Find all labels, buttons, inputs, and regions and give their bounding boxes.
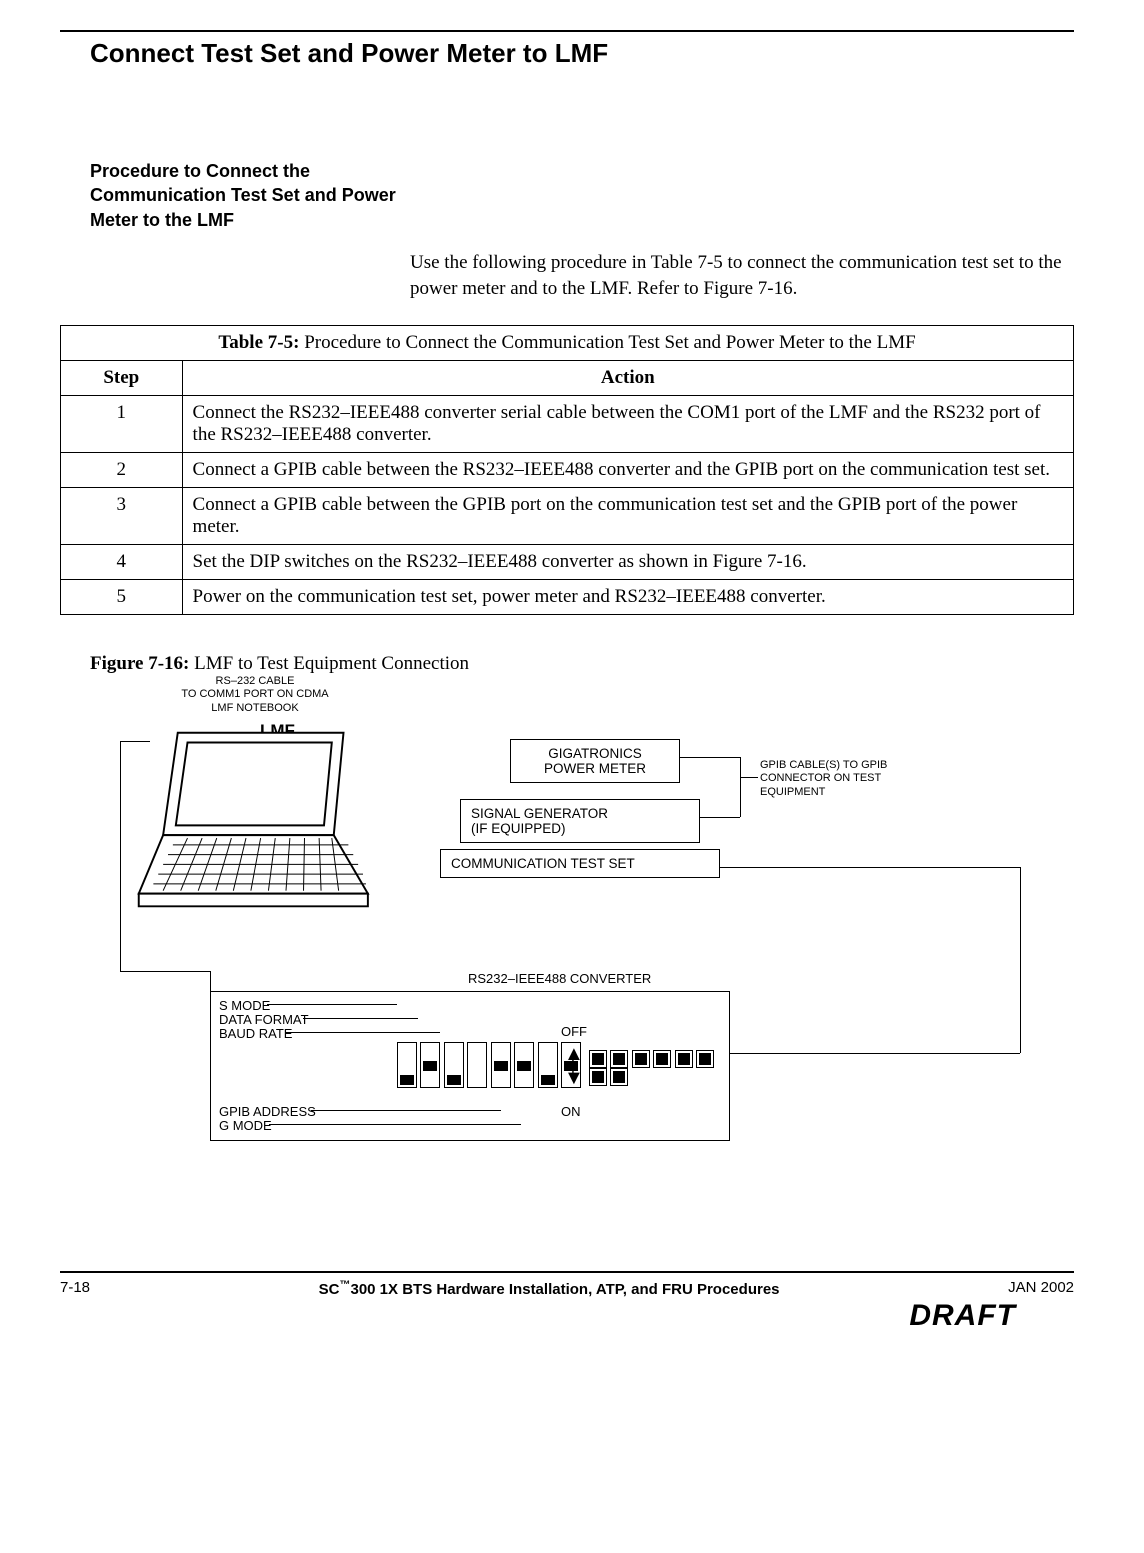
rs232-cable-label-1: RS–232 CABLE xyxy=(216,675,295,687)
step-action: Connect a GPIB cable between the GPIB po… xyxy=(182,488,1073,545)
intro-text: Use the following procedure in Table 7-5… xyxy=(410,250,1074,301)
table-row: 2 Connect a GPIB cable between the RS232… xyxy=(61,453,1074,488)
gigatronics-box: GIGATRONICS POWER METER xyxy=(510,739,680,783)
figure-diagram: RS–232 CABLE TO COMM1 PORT ON CDMA LMF N… xyxy=(90,681,1040,1141)
col-header-action: Action xyxy=(182,361,1073,396)
procedure-table: Table 7-5: Procedure to Connect the Comm… xyxy=(60,325,1074,615)
figure-caption-bold: Figure 7-16: xyxy=(90,653,189,674)
converter-box: S MODE DATA FORMAT BAUD RATE GPIB ADDRES… xyxy=(210,991,730,1141)
page-title: Connect Test Set and Power Meter to LMF xyxy=(90,38,1074,69)
step-number: 4 xyxy=(61,545,183,580)
table-title-rest: Procedure to Connect the Communication T… xyxy=(299,332,915,353)
off-label: OFF xyxy=(561,1024,587,1039)
gpib-label-2: CONNECTOR ON TEST xyxy=(760,772,881,784)
tm-symbol: ™ xyxy=(339,1279,350,1291)
footer-center-prefix: SC xyxy=(319,1281,340,1298)
step-action: Connect a GPIB cable between the RS232–I… xyxy=(182,453,1073,488)
table-title-bold: Table 7-5: xyxy=(218,332,299,353)
figure-caption: Figure 7-16: LMF to Test Equipment Conne… xyxy=(90,653,1074,675)
step-number: 5 xyxy=(61,580,183,615)
col-header-step: Step xyxy=(61,361,183,396)
table-row: 4 Set the DIP switches on the RS232–IEEE… xyxy=(61,545,1074,580)
gpib-label-1: GPIB CABLE(S) TO GPIB xyxy=(760,759,887,771)
table-row: 1 Connect the RS232–IEEE488 converter se… xyxy=(61,396,1074,453)
draft-watermark: DRAFT xyxy=(909,1299,1016,1333)
step-action: Connect the RS232–IEEE488 converter seri… xyxy=(182,396,1073,453)
laptop-icon xyxy=(116,723,376,918)
sig-gen-1: SIGNAL GENERATOR xyxy=(471,806,608,821)
gpib-address-label: GPIB ADDRESS xyxy=(219,1104,316,1119)
step-number: 1 xyxy=(61,396,183,453)
step-action: Set the DIP switches on the RS232–IEEE48… xyxy=(182,545,1073,580)
table-row: 5 Power on the communication test set, p… xyxy=(61,580,1074,615)
table-row: 3 Connect a GPIB cable between the GPIB … xyxy=(61,488,1074,545)
table-header-row: Step Action xyxy=(61,361,1074,396)
data-format-label: DATA FORMAT xyxy=(219,1012,309,1027)
g-mode-label: G MODE xyxy=(219,1118,272,1133)
step-number: 2 xyxy=(61,453,183,488)
table-title-row: Table 7-5: Procedure to Connect the Comm… xyxy=(61,326,1074,361)
step-number: 3 xyxy=(61,488,183,545)
gpib-label-3: EQUIPMENT xyxy=(760,786,825,798)
page-footer: 7-18 SC™300 1X BTS Hardware Installation… xyxy=(60,1273,1074,1323)
section-heading: Procedure to Connect the Communication T… xyxy=(90,159,410,232)
converter-title: RS232–IEEE488 CONVERTER xyxy=(468,971,651,986)
comm-test-set-box: COMMUNICATION TEST SET xyxy=(440,849,720,878)
page-number: 7-18 xyxy=(60,1279,90,1296)
footer-center-rest: 300 1X BTS Hardware Installation, ATP, a… xyxy=(350,1281,779,1298)
figure-caption-rest: LMF to Test Equipment Connection xyxy=(189,653,469,674)
on-label: ON xyxy=(561,1104,581,1119)
s-mode-label: S MODE xyxy=(219,998,270,1013)
footer-date: JAN 2002 xyxy=(1008,1279,1074,1296)
rs232-cable-label-2: TO COMM1 PORT ON CDMA xyxy=(181,688,328,700)
step-action: Power on the communication test set, pow… xyxy=(182,580,1073,615)
baud-rate-label: BAUD RATE xyxy=(219,1026,292,1041)
sig-gen-2: (IF EQUIPPED) xyxy=(471,821,566,836)
rs232-cable-label-3: LMF NOTEBOOK xyxy=(211,702,298,714)
